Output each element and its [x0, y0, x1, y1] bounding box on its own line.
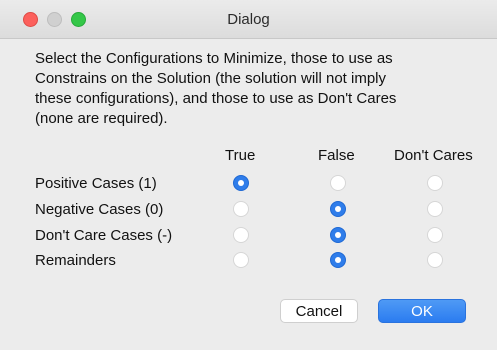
radio-remainders-dont-cares[interactable]	[427, 252, 443, 268]
window-title: Dialog	[227, 11, 270, 28]
instructions-line: Constrains on the Solution (the solution…	[35, 70, 387, 87]
radio-positive-false[interactable]	[330, 175, 346, 191]
cancel-button[interactable]: Cancel	[280, 299, 358, 323]
row-label-remainders: Remainders	[35, 252, 116, 269]
column-header-dont-cares: Don't Cares	[394, 147, 473, 164]
radio-dont-care-true[interactable]	[233, 227, 249, 243]
radio-remainders-true[interactable]	[233, 252, 249, 268]
radio-negative-false[interactable]	[330, 201, 346, 217]
title-bar: Dialog	[0, 0, 497, 39]
row-label-positive-cases: Positive Cases (1)	[35, 175, 157, 192]
column-header-true: True	[225, 147, 256, 164]
instructions-line: these configurations), and those to use …	[35, 90, 397, 107]
column-header-false: False	[318, 147, 355, 164]
radio-dont-care-dont-cares[interactable]	[427, 227, 443, 243]
radio-positive-dont-cares[interactable]	[427, 175, 443, 191]
radio-remainders-false[interactable]	[330, 252, 346, 268]
instructions-line: (none are required).	[35, 110, 168, 127]
row-label-dont-care-cases: Don't Care Cases (-)	[35, 227, 173, 244]
radio-negative-true[interactable]	[233, 201, 249, 217]
instructions-text: Select the Configurations to Minimize, t…	[35, 49, 475, 129]
radio-negative-dont-cares[interactable]	[427, 201, 443, 217]
instructions-line: Select the Configurations to Minimize, t…	[35, 50, 393, 67]
ok-button[interactable]: OK	[378, 299, 466, 323]
row-label-negative-cases: Negative Cases (0)	[35, 201, 164, 218]
radio-positive-true[interactable]	[233, 175, 249, 191]
radio-dont-care-false[interactable]	[330, 227, 346, 243]
